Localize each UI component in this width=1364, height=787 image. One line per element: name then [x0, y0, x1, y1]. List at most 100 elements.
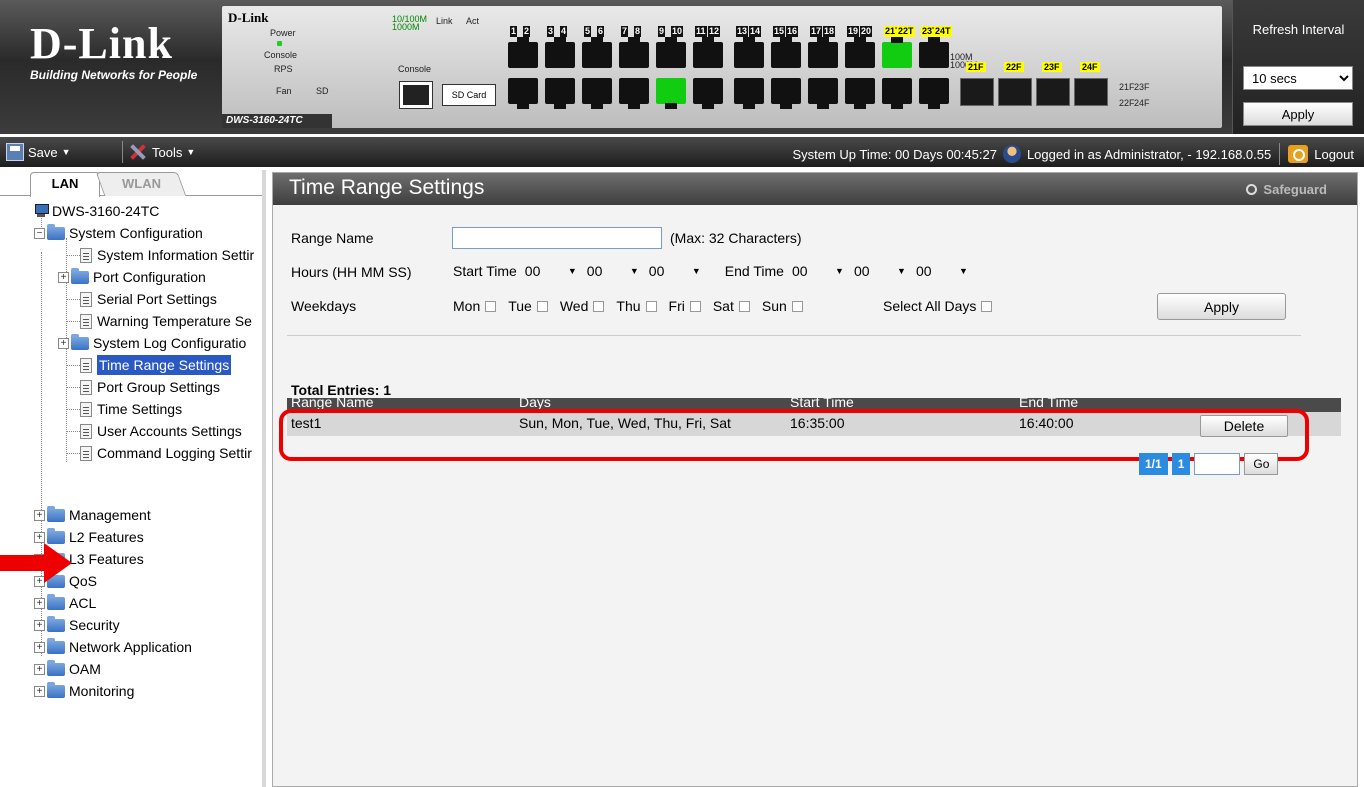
start-mm-select[interactable]: 00 ▼ — [583, 261, 645, 281]
sfp-side-label-c: 22F — [1119, 98, 1135, 108]
ethernet-port — [656, 78, 686, 109]
expand-icon[interactable]: + — [34, 663, 45, 675]
apply-button[interactable]: Apply — [1157, 293, 1286, 320]
expand-icon[interactable]: + — [34, 685, 45, 697]
tree-item-system-configuration[interactable]: − System Configuration — [34, 223, 203, 243]
ethernet-port — [919, 78, 949, 109]
end-hh-select[interactable]: 00 ▼ — [788, 261, 850, 281]
sd-card-slot: SD Card — [442, 84, 496, 106]
tree-item-label: Time Settings — [97, 401, 183, 417]
sfp-port — [1074, 78, 1108, 106]
page-icon — [80, 313, 92, 329]
port-number-label: 9 — [658, 26, 666, 37]
ethernet-port — [582, 37, 612, 68]
expand-icon[interactable]: + — [58, 337, 69, 349]
range-name-input[interactable] — [452, 227, 662, 249]
page-link[interactable]: 1 — [1171, 453, 1191, 475]
page-icon — [80, 401, 92, 417]
port-number-label: 10 — [671, 26, 684, 37]
folder-open-icon — [47, 223, 65, 240]
weekday-label: Fri — [668, 298, 685, 314]
ethernet-port — [771, 78, 801, 109]
page-input[interactable] — [1194, 453, 1241, 475]
tab-lan[interactable]: LAN — [30, 172, 100, 197]
save-menu[interactable]: Save ▼ — [6, 143, 71, 161]
weekday-checkbox-fri[interactable] — [689, 300, 701, 312]
port-number-label: 22T — [897, 26, 915, 37]
tree-item-label: System Log Configuratio — [93, 335, 247, 351]
main-header: Time Range Settings Safeguard — [273, 173, 1357, 205]
tab-wlan[interactable]: WLAN — [95, 172, 187, 196]
expand-icon[interactable]: + — [34, 619, 45, 631]
tree-item-time-range-settings[interactable]: Time Range Settings — [66, 355, 232, 375]
tree-item-label: Port Configuration — [93, 269, 206, 285]
led-label-act: Act — [466, 16, 480, 26]
tree-item-child[interactable]: Warning Temperature Se — [66, 311, 252, 331]
expand-icon[interactable]: + — [34, 641, 45, 653]
tree-item-label: User Accounts Settings — [97, 423, 242, 439]
hours-label: Hours (HH MM SS) — [291, 264, 412, 280]
port-number-label: 18 — [823, 26, 836, 37]
expand-icon[interactable]: + — [34, 509, 45, 521]
start-hh-select[interactable]: 00 ▼ — [521, 261, 583, 281]
refresh-apply-button[interactable]: Apply — [1243, 102, 1353, 126]
expand-icon[interactable]: + — [34, 531, 45, 543]
weekday-checkbox-wed[interactable] — [593, 300, 605, 312]
collapse-icon[interactable]: − — [34, 227, 45, 239]
tree-item-child[interactable]: Serial Port Settings — [66, 289, 217, 309]
tree-item-network-application[interactable]: + Network Application — [34, 637, 192, 657]
end-ss-value: 00 — [915, 263, 932, 279]
tree-item-child[interactable]: User Accounts Settings — [66, 421, 242, 441]
led-label-power: Power — [270, 28, 296, 38]
weekdays-row: Mon Tue Wed Thu Fri Sat Sun — [453, 298, 815, 314]
save-label: Save — [28, 144, 58, 160]
start-ss-select[interactable]: 00 ▼ — [645, 261, 707, 281]
select-all-days: Select All Days — [883, 298, 1004, 314]
ethernet-port — [656, 37, 686, 68]
tree-item-child[interactable]: System Information Settir — [66, 245, 254, 265]
tree-item-label: Time Range Settings — [97, 355, 232, 375]
power-led — [277, 41, 282, 46]
tree-item-child[interactable]: Time Settings — [66, 399, 183, 419]
go-button[interactable]: Go — [1244, 453, 1279, 475]
device-model: DWS-3160-24TC — [222, 114, 332, 128]
total-entries: Total Entries: 1 — [291, 382, 392, 398]
sfp-side-label-a: 21F — [1119, 82, 1135, 92]
chevron-down-icon: ▼ — [835, 266, 844, 276]
weekday-checkbox-thu[interactable] — [645, 300, 657, 312]
tree-root[interactable]: DWS-3160-24TC — [34, 201, 159, 221]
weekday-checkbox-sun[interactable] — [791, 300, 803, 312]
tree-item-child[interactable]: + Port Configuration — [58, 267, 206, 287]
tree-item-child[interactable]: Command Logging Settir — [66, 443, 252, 463]
weekday-checkbox-tue[interactable] — [536, 300, 548, 312]
weekday-checkbox-sat[interactable] — [738, 300, 750, 312]
weekday-checkbox-mon[interactable] — [485, 300, 497, 312]
logout-link[interactable]: Logout — [1314, 147, 1354, 162]
ethernet-port — [619, 78, 649, 109]
tree-item-security[interactable]: + Security — [34, 615, 120, 635]
tree-item-oam[interactable]: + OAM — [34, 659, 101, 679]
tree-item-acl[interactable]: + ACL — [34, 593, 96, 613]
expand-icon[interactable]: + — [34, 597, 45, 609]
tree-item-management[interactable]: + Management — [34, 505, 151, 525]
save-icon — [6, 143, 24, 161]
port-number-label: 24T — [934, 26, 952, 37]
weekday-label: Tue — [508, 298, 532, 314]
tree-item-monitoring[interactable]: + Monitoring — [34, 681, 134, 701]
weekday-label: Mon — [453, 298, 481, 314]
chevron-down-icon: ▼ — [691, 266, 701, 276]
logout-icon[interactable] — [1288, 145, 1309, 163]
end-mm-select[interactable]: 00 ▼ — [850, 261, 912, 281]
tab-bar: LAN WLAN — [0, 170, 262, 197]
tree-item-child[interactable]: + System Log Configuratio — [58, 333, 246, 353]
expand-icon[interactable]: + — [58, 271, 69, 283]
ethernet-port — [619, 37, 649, 68]
end-ss-select[interactable]: 00 ▼ — [912, 261, 974, 281]
console-label: Console — [398, 64, 432, 74]
ethernet-port — [919, 37, 949, 68]
tree-item-child[interactable]: Port Group Settings — [66, 377, 220, 397]
red-arrow-icon — [0, 543, 72, 583]
select-all-checkbox[interactable] — [981, 300, 993, 312]
refresh-interval-select[interactable]: 10 secs — [1243, 66, 1353, 90]
tools-menu[interactable]: Tools ▼ — [128, 143, 195, 161]
